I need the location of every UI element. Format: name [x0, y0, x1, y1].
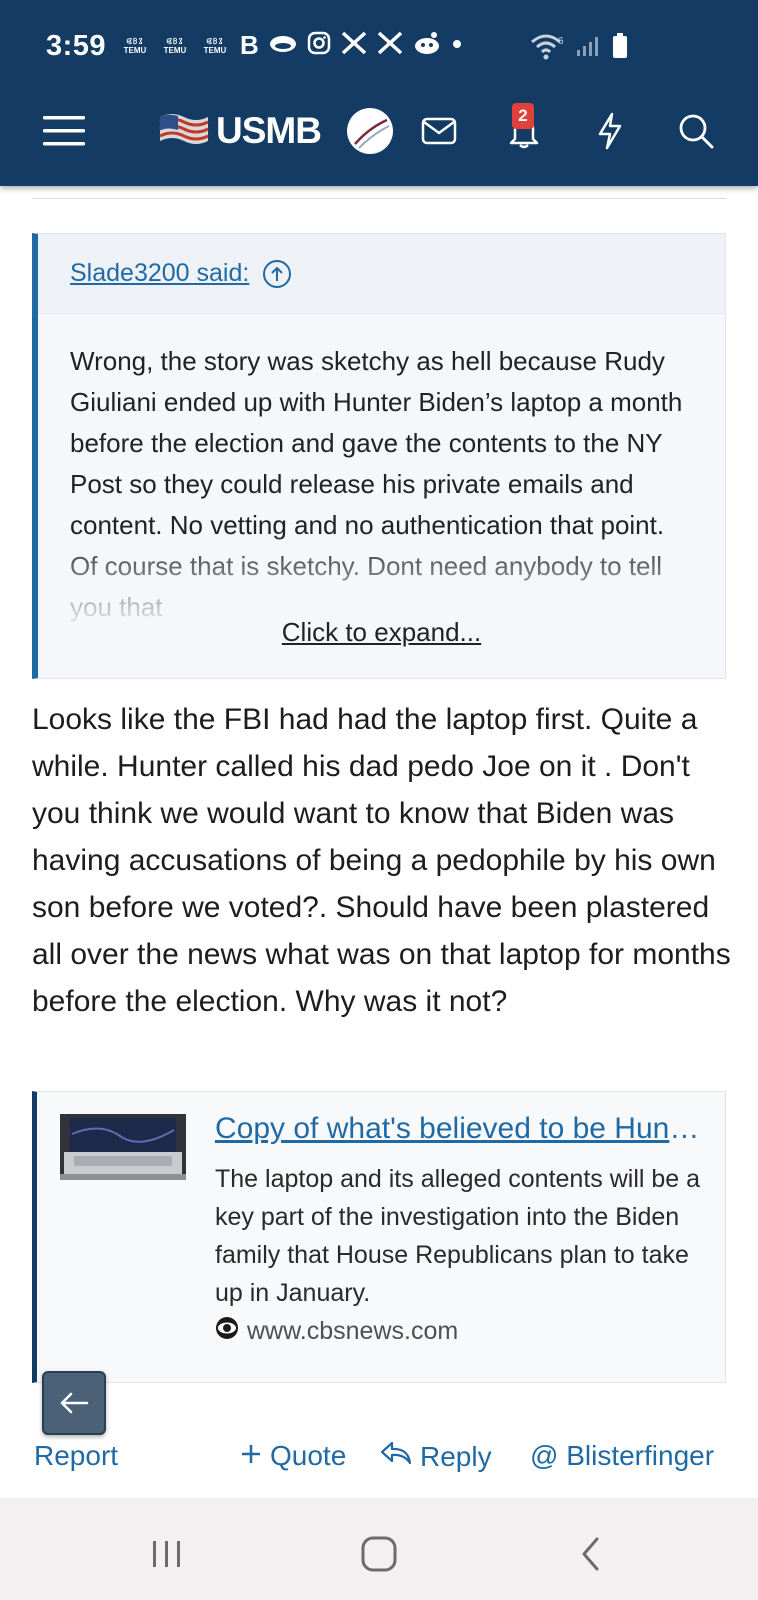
- notification-icons: ꕙꕗꕘ TEMU ꕙꕗꕘ TEMU ꕙꕗꕘ TEMU B: [120, 30, 463, 61]
- back-button[interactable]: [42, 1371, 106, 1435]
- quote-button[interactable]: Quote: [240, 1440, 346, 1472]
- system-back-button[interactable]: [566, 1534, 616, 1574]
- site-logo[interactable]: USMB: [158, 107, 393, 155]
- inbox-button[interactable]: [411, 105, 467, 161]
- temu-icon: ꕙꕗꕘ TEMU: [123, 36, 147, 55]
- arrow-left-icon: [60, 1392, 89, 1414]
- quote-header: Slade3200 said:: [38, 234, 725, 314]
- x-icon: [341, 31, 367, 60]
- arrow-up-icon: [271, 266, 284, 281]
- link-preview-card[interactable]: Copy of what's believed to be Hunter Bid…: [32, 1091, 726, 1383]
- link-preview-thumbnail: [60, 1114, 186, 1180]
- report-label: Report: [34, 1440, 119, 1471]
- reddit-icon: [413, 31, 441, 60]
- logo-text: USMB: [216, 110, 322, 151]
- chevron-left-icon: [582, 1537, 599, 1571]
- system-nav-bar: [0, 1498, 758, 1600]
- reply-label: Reply: [420, 1440, 492, 1472]
- recent-apps-button[interactable]: [142, 1534, 192, 1574]
- cbs-eye-icon: [215, 1316, 239, 1347]
- home-icon: [361, 1536, 397, 1572]
- nav-bar: USMB 2: [0, 95, 758, 186]
- reply-icon: [380, 1440, 412, 1473]
- flag-icon: [158, 111, 210, 152]
- whats-new-button[interactable]: [582, 105, 638, 161]
- signal-icon: [576, 34, 602, 63]
- recents-icon: [153, 1541, 180, 1567]
- search-button[interactable]: [668, 105, 724, 161]
- battery-icon: [612, 33, 628, 64]
- system-status-icons: 6: [530, 32, 628, 65]
- quote-block: Slade3200 said: Wrong, the story was ske…: [32, 233, 726, 679]
- quote-author-link[interactable]: Slade3200 said:: [70, 259, 249, 288]
- mail-icon: [421, 117, 457, 150]
- divider: [32, 198, 726, 199]
- link-preview-domain: www.cbsnews.com: [247, 1317, 459, 1345]
- link-preview-site: www.cbsnews.com: [215, 1316, 458, 1347]
- post-actions: Report Quote Reply @ Blisterfinger: [0, 1440, 758, 1490]
- search-icon: [678, 113, 714, 154]
- temu-icon: ꕙꕗꕘ TEMU: [203, 36, 227, 55]
- link-preview-description: The laptop and its alleged contents will…: [215, 1165, 701, 1307]
- home-button[interactable]: [354, 1534, 404, 1574]
- svg-text:6: 6: [558, 36, 564, 47]
- report-button[interactable]: Report: [34, 1440, 118, 1472]
- plus-icon: [240, 1440, 262, 1472]
- cloud-icon: [269, 32, 297, 59]
- alerts-button[interactable]: 2: [496, 103, 552, 161]
- lightning-icon: [596, 112, 624, 155]
- jump-to-quote-button[interactable]: [263, 259, 292, 288]
- click-to-expand-link[interactable]: Click to expand...: [38, 617, 725, 648]
- status-bar: 3:59 ꕙꕗꕘ TEMU ꕙꕗꕘ TEMU ꕙꕗꕘ TEMU B 6: [0, 0, 758, 95]
- wifi-icon: 6: [530, 32, 566, 65]
- alert-count-badge: 2: [512, 103, 534, 129]
- post-body: Looks like the FBI had had the laptop fi…: [32, 703, 731, 1018]
- instagram-icon: [307, 31, 331, 60]
- temu-icon: ꕙꕗꕘ TEMU: [163, 36, 187, 55]
- quote-label: Quote: [270, 1440, 347, 1471]
- reply-button[interactable]: Reply: [380, 1440, 492, 1473]
- b-icon: B: [240, 30, 259, 60]
- x-icon: [377, 31, 403, 60]
- quote-fade: [38, 534, 725, 678]
- menu-icon: [43, 114, 85, 153]
- menu-button[interactable]: [36, 105, 92, 161]
- mention-label: @ Blisterfinger: [530, 1440, 715, 1471]
- link-preview-title[interactable]: Copy of what's believed to be Hunter Bid…: [215, 1112, 705, 1146]
- app-header: 3:59 ꕙꕗꕘ TEMU ꕙꕗꕘ TEMU ꕙꕗꕘ TEMU B 6 USMB…: [0, 0, 758, 186]
- status-time: 3:59: [46, 30, 107, 62]
- mention-user-link[interactable]: @ Blisterfinger: [530, 1440, 714, 1472]
- baseball-icon: [346, 108, 393, 154]
- dot-icon: [451, 37, 463, 55]
